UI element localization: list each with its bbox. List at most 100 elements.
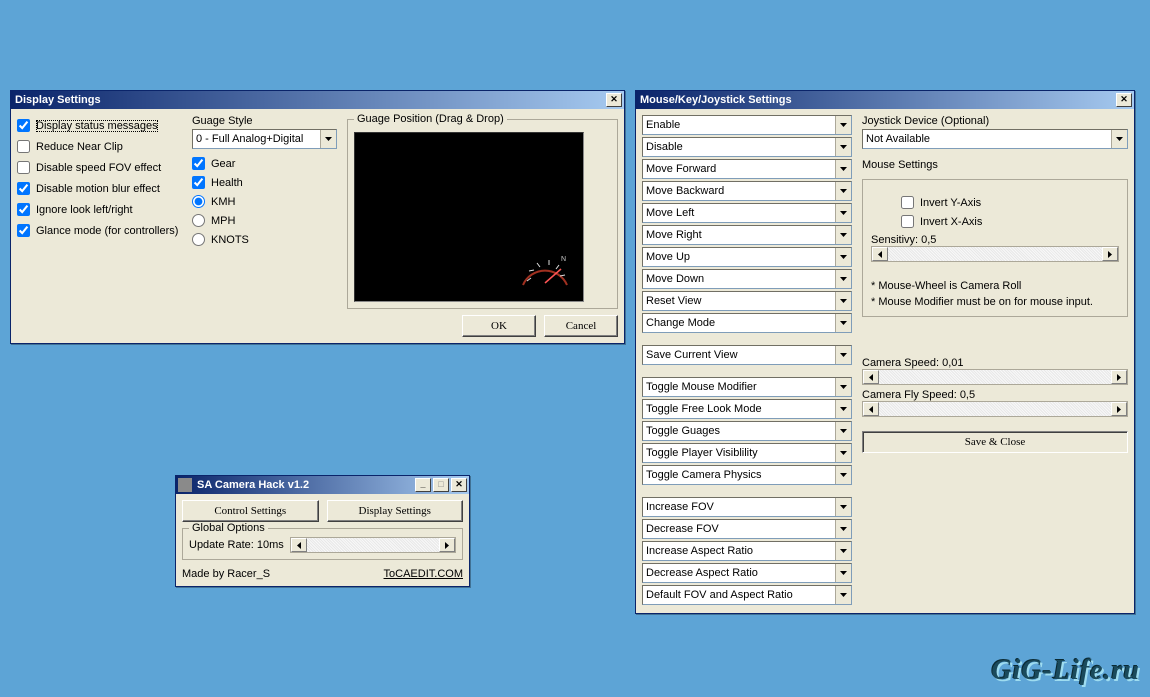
keybind-decrease-aspect-ratio[interactable]: Decrease Aspect Ratio	[642, 563, 852, 583]
gauge-unit-kmh[interactable]: KMH	[192, 193, 337, 210]
keybind-increase-fov[interactable]: Increase FOV	[642, 497, 852, 517]
arrow-right-icon[interactable]	[1111, 370, 1127, 384]
keybind-toggle-camera-physics[interactable]: Toggle Camera Physics	[642, 465, 852, 485]
gauge-check-1[interactable]: Health	[192, 174, 337, 191]
chevron-down-icon	[835, 542, 851, 560]
chevron-down-icon	[835, 138, 851, 156]
keybind-move-left[interactable]: Move Left	[642, 203, 852, 223]
display-check-3[interactable]: Disable motion blur effect	[17, 180, 182, 197]
right-column: Joystick Device (Optional) Not Available…	[862, 115, 1128, 607]
camera-fly-speed-label: Camera Fly Speed: 0,5	[862, 389, 1128, 401]
invert-y-checkbox[interactable]: Invert Y-Axis	[901, 194, 1119, 211]
chevron-down-icon	[835, 564, 851, 582]
window-title: Mouse/Key/Joystick Settings	[638, 94, 1114, 106]
arrow-left-icon[interactable]	[872, 247, 888, 261]
credits-label: Made by Racer_S	[182, 568, 270, 580]
gauge-style-value: 0 - Full Analog+Digital	[193, 133, 320, 145]
mouse-settings-label: Mouse Settings	[862, 159, 1128, 171]
display-settings-button[interactable]: Display Settings	[327, 500, 464, 522]
keybind-save-current-view[interactable]: Save Current View	[642, 345, 852, 365]
window-title: Display Settings	[13, 94, 604, 106]
left-check-column: Display status messages Reduce Near Clip D…	[17, 115, 182, 337]
close-icon[interactable]: ✕	[606, 93, 622, 107]
titlebar: Mouse/Key/Joystick Settings ✕	[636, 91, 1134, 109]
keybind-toggle-free-look-mode[interactable]: Toggle Free Look Mode	[642, 399, 852, 419]
chevron-down-icon	[835, 346, 851, 364]
chevron-down-icon	[835, 498, 851, 516]
keybind-move-down[interactable]: Move Down	[642, 269, 852, 289]
control-settings-button[interactable]: Control Settings	[182, 500, 319, 522]
joystick-value: Not Available	[863, 133, 1111, 145]
camera-speed-slider[interactable]	[862, 369, 1128, 385]
app-icon	[178, 478, 192, 492]
gauge-icon: N	[515, 243, 575, 293]
keybind-toggle-mouse-modifier[interactable]: Toggle Mouse Modifier	[642, 377, 852, 397]
chevron-down-icon	[835, 116, 851, 134]
arrow-left-icon[interactable]	[291, 538, 307, 552]
gauge-unit-mph[interactable]: MPH	[192, 212, 337, 229]
display-check-1[interactable]: Reduce Near Clip	[17, 138, 182, 155]
titlebar[interactable]: SA Camera Hack v1.2 _ □ ✕	[176, 476, 469, 494]
keybind-toggle-player-visiblility[interactable]: Toggle Player Visiblility	[642, 443, 852, 463]
arrow-left-icon[interactable]	[863, 402, 879, 416]
keybind-change-mode[interactable]: Change Mode	[642, 313, 852, 333]
keybind-column: EnableDisableMove ForwardMove BackwardMo…	[642, 115, 852, 607]
modifier-hint: * Mouse Modifier must be on for mouse in…	[871, 296, 1119, 308]
website-link[interactable]: ToCAEDIT.COM	[384, 568, 463, 580]
chevron-down-icon	[835, 466, 851, 484]
watermark: GiG-Life.ru	[991, 655, 1140, 687]
chevron-down-icon	[835, 226, 851, 244]
chevron-down-icon	[835, 444, 851, 462]
display-check-2[interactable]: Disable speed FOV effect	[17, 159, 182, 176]
keybind-reset-view[interactable]: Reset View	[642, 291, 852, 311]
chevron-down-icon	[835, 378, 851, 396]
gauge-position-label: Guage Position (Drag & Drop)	[354, 113, 507, 125]
display-check-0[interactable]: Display status messages	[17, 117, 182, 134]
chevron-down-icon	[835, 182, 851, 200]
arrow-right-icon[interactable]	[439, 538, 455, 552]
main-app-window: SA Camera Hack v1.2 _ □ ✕ Control Settin…	[175, 475, 470, 587]
keybind-move-right[interactable]: Move Right	[642, 225, 852, 245]
keybind-toggle-guages[interactable]: Toggle Guages	[642, 421, 852, 441]
sensitivity-slider[interactable]	[871, 246, 1119, 262]
gauge-unit-knots[interactable]: KNOTS	[192, 231, 337, 248]
keybind-move-backward[interactable]: Move Backward	[642, 181, 852, 201]
keybind-default-fov-and-aspect-ratio[interactable]: Default FOV and Aspect Ratio	[642, 585, 852, 605]
chevron-down-icon	[1111, 130, 1127, 148]
arrow-right-icon[interactable]	[1102, 247, 1118, 261]
camera-fly-speed-slider[interactable]	[862, 401, 1128, 417]
keybind-enable[interactable]: Enable	[642, 115, 852, 135]
invert-x-checkbox[interactable]: Invert X-Axis	[901, 213, 1119, 230]
chevron-down-icon	[835, 204, 851, 222]
wheel-hint: * Mouse-Wheel is Camera Roll	[871, 280, 1119, 292]
global-options-label: Global Options	[189, 522, 268, 534]
chevron-down-icon	[835, 292, 851, 310]
keybind-increase-aspect-ratio[interactable]: Increase Aspect Ratio	[642, 541, 852, 561]
arrow-right-icon[interactable]	[1111, 402, 1127, 416]
close-icon[interactable]: ✕	[1116, 93, 1132, 107]
display-check-5[interactable]: Glance mode (for controllers)	[17, 222, 182, 239]
cancel-button[interactable]: Cancel	[544, 315, 618, 337]
chevron-down-icon	[835, 270, 851, 288]
maximize-icon[interactable]: □	[433, 478, 449, 492]
minimize-icon[interactable]: _	[415, 478, 431, 492]
controls-window: Mouse/Key/Joystick Settings ✕ EnableDisa…	[635, 90, 1135, 614]
update-rate-slider[interactable]	[290, 537, 456, 553]
gauge-style-select[interactable]: 0 - Full Analog+Digital	[192, 129, 337, 149]
gauge-preview[interactable]: N	[354, 132, 584, 302]
joystick-device-select[interactable]: Not Available	[862, 129, 1128, 149]
arrow-left-icon[interactable]	[863, 370, 879, 384]
keybind-disable[interactable]: Disable	[642, 137, 852, 157]
ok-button[interactable]: OK	[462, 315, 536, 337]
display-settings-window: Display Settings ✕ Display status messag…	[10, 90, 625, 344]
save-close-button[interactable]: Save & Close	[862, 431, 1128, 453]
keybind-move-forward[interactable]: Move Forward	[642, 159, 852, 179]
chevron-down-icon	[835, 248, 851, 266]
close-icon[interactable]: ✕	[451, 478, 467, 492]
chevron-down-icon	[835, 422, 851, 440]
keybind-move-up[interactable]: Move Up	[642, 247, 852, 267]
display-check-4[interactable]: Ignore look left/right	[17, 201, 182, 218]
update-rate-label: Update Rate: 10ms	[189, 539, 284, 551]
keybind-decrease-fov[interactable]: Decrease FOV	[642, 519, 852, 539]
gauge-check-0[interactable]: Gear	[192, 155, 337, 172]
